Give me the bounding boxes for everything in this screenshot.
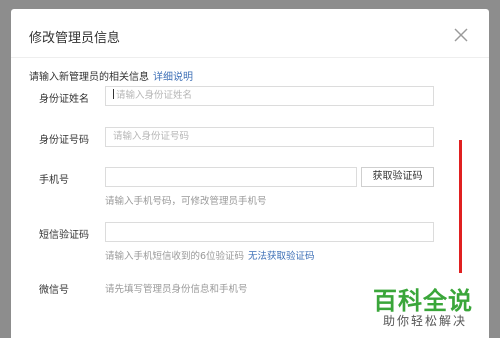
- phone-input[interactable]: [105, 167, 357, 187]
- annotation-bar: [459, 140, 462, 273]
- id-number-placeholder: 请输入身份证号码: [113, 131, 190, 142]
- sms-code-input[interactable]: [105, 222, 434, 242]
- watermark-logo: 百科全说: [373, 287, 473, 315]
- phone-hint: 请输入手机号码，可修改管理员手机号: [105, 196, 267, 207]
- watermark-slogan: 助你轻松解决: [383, 314, 468, 328]
- cannot-get-code-link[interactable]: 无法获取验证码: [248, 251, 315, 262]
- phone-label: 手机号: [39, 175, 69, 186]
- details-link[interactable]: 详细说明: [153, 72, 193, 83]
- text-caret: [113, 89, 114, 99]
- sms-code-hint-text: 请输入手机短信收到的6位验证码: [105, 251, 245, 262]
- close-icon[interactable]: [453, 27, 469, 43]
- intro-label: 请输入新管理员的相关信息: [29, 72, 149, 83]
- name-placeholder: 请输入身份证姓名: [116, 90, 193, 101]
- get-code-button[interactable]: 获取验证码: [361, 167, 434, 187]
- id-number-label: 身份证号码: [39, 135, 89, 146]
- name-input[interactable]: 请输入身份证姓名: [105, 86, 434, 106]
- name-label: 身份证姓名: [39, 94, 89, 105]
- header-divider: [11, 57, 489, 58]
- id-number-input[interactable]: 请输入身份证号码: [105, 127, 434, 147]
- wechat-hint: 请先填写管理员身份信息和手机号: [105, 284, 248, 295]
- sms-code-label: 短信验证码: [39, 230, 89, 241]
- intro-text: 请输入新管理员的相关信息 详细说明: [29, 68, 193, 83]
- wechat-label: 微信号: [39, 285, 69, 296]
- sms-code-hint: 请输入手机短信收到的6位验证码 无法获取验证码: [105, 248, 315, 262]
- dialog-title: 修改管理员信息: [29, 31, 121, 46]
